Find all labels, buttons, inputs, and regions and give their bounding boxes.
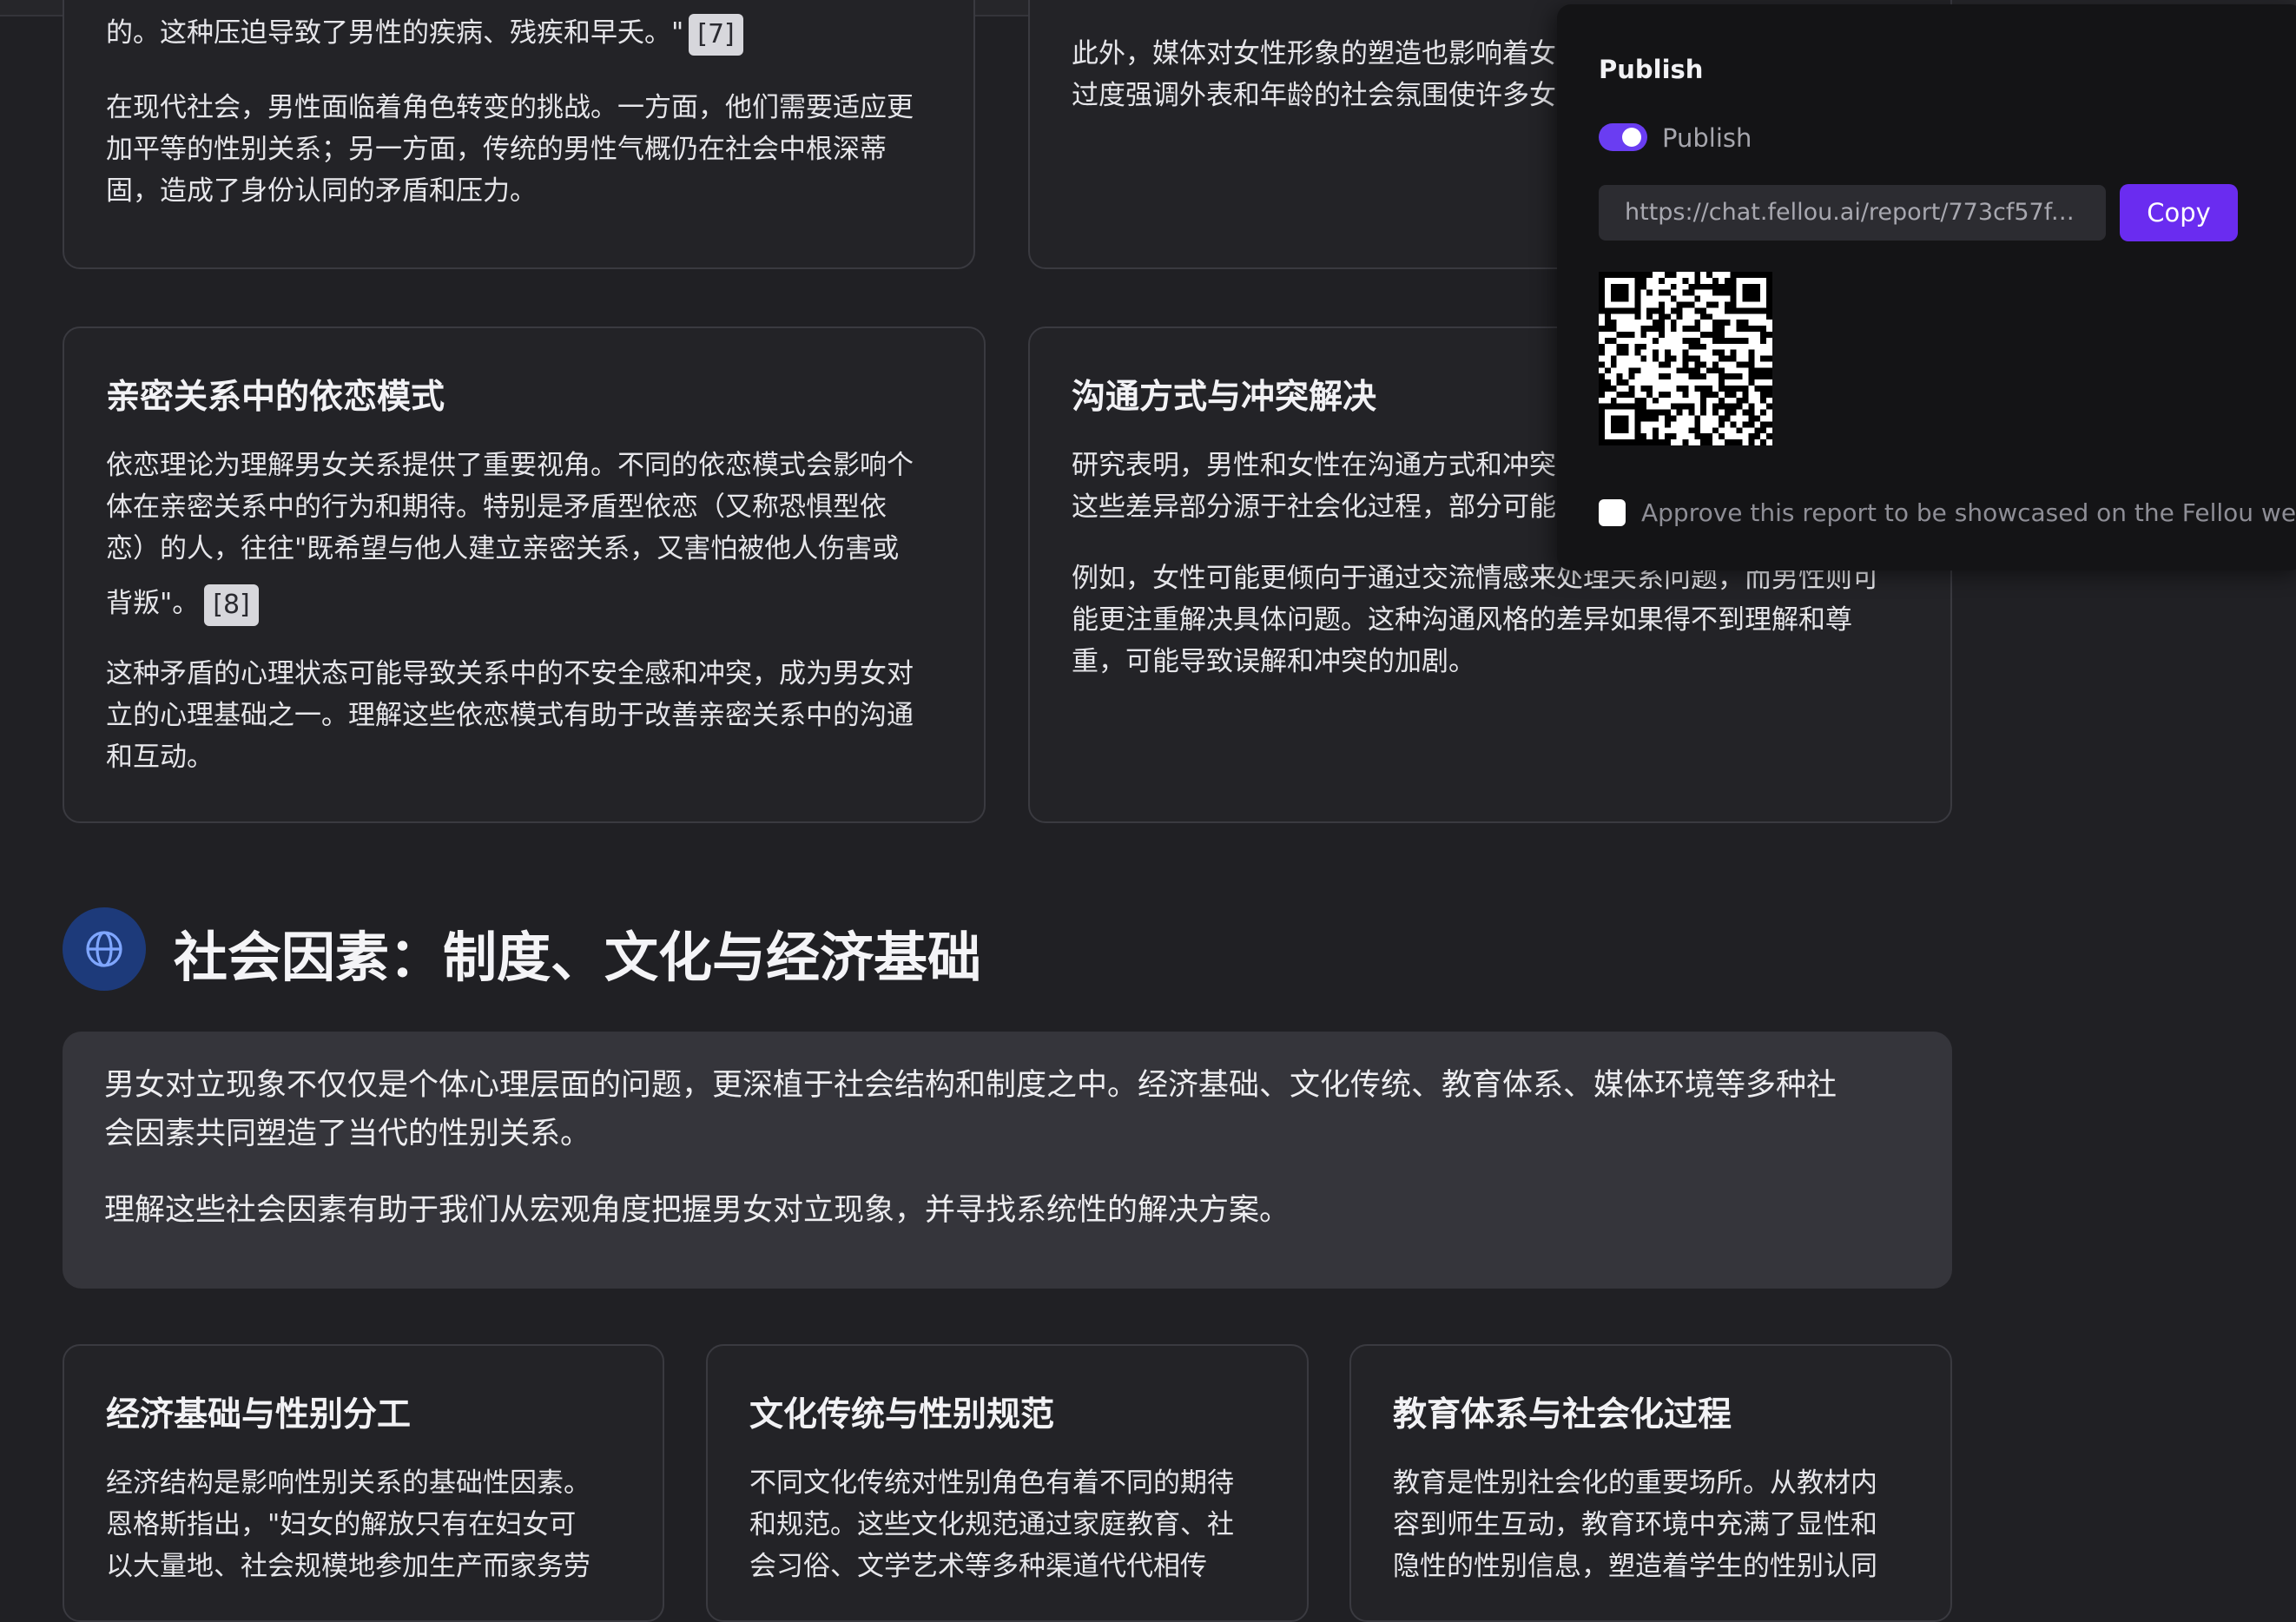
card-title: 沟通方式与冲突解决: [1072, 378, 1377, 417]
card-education-system: 教育体系与社会化过程 教育是性别社会化的重要场所。从教材内 容到师生互动，教育环…: [1349, 1344, 1952, 1622]
publish-popover: Publish Publish https://chat.fellou.ai/r…: [1557, 4, 2296, 570]
text-line: 这种矛盾的心理状态可能导致关系中的不安全感和冲突，成为男女对: [106, 658, 914, 689]
text-line: 隐性的性别信息，塑造着学生的性别认同: [1393, 1551, 1877, 1582]
text-line: 在现代社会，男性面临着角色转变的挑战。一方面，他们需要适应更: [106, 92, 914, 123]
text-line: 的。这种压迫导致了男性的疾病、残疾和早夭。": [106, 17, 684, 49]
text-line: 会习俗、文学艺术等多种渠道代代相传: [749, 1551, 1207, 1582]
text-line: 会因素共同塑造了当代的性别关系。: [104, 1117, 591, 1151]
card-text: 不同文化传统对性别角色有着不同的期待 和规范。这些文化规范通过家庭教育、社 会习…: [749, 1462, 1234, 1587]
card-title: 文化传统与性别规范: [749, 1395, 1055, 1434]
text-line: 恩格斯指出，"妇女的解放只有在妇女可: [106, 1509, 577, 1540]
card-text: 教育是性别社会化的重要场所。从教材内 容到师生互动，教育环境中充满了显性和 隐性…: [1393, 1462, 1877, 1587]
toggle-knob: [1622, 128, 1641, 147]
card-text: 的。这种压迫导致了男性的疾病、残疾和早夭。" [7]: [106, 12, 743, 56]
card-title: 亲密关系中的依恋模式: [106, 378, 445, 417]
text-line: 恋）的人，往往"既希望与他人建立亲密关系，又害怕被他人伤害或: [106, 533, 900, 564]
card-title: 经济基础与性别分工: [106, 1395, 412, 1434]
card-text: 背叛"。 [8]: [106, 578, 259, 629]
card-cultural-tradition: 文化传统与性别规范 不同文化传统对性别角色有着不同的期待 和规范。这些文化规范通…: [706, 1344, 1309, 1622]
text-line: 过度强调外表和年龄的社会氛围使许多女: [1072, 80, 1556, 111]
copy-button[interactable]: Copy: [2120, 184, 2238, 241]
text-line: 立的心理基础之一。理解这些依恋模式有助于改善亲密关系中的沟通: [106, 700, 914, 731]
card-text: 在现代社会，男性面临着角色转变的挑战。一方面，他们需要适应更 加平等的性别关系；…: [106, 87, 914, 212]
text-line: 能更注重解决具体问题。这种沟通风格的差异如果得不到理解和尊: [1072, 604, 1852, 636]
intro-paragraph: 男女对立现象不仅仅是个体心理层面的问题，更深植于社会结构和制度之中。经济基础、文…: [104, 1061, 1837, 1158]
text-line: 以大量地、社会规模地参加生产而家务劳: [106, 1551, 590, 1582]
text-line: 男女对立现象不仅仅是个体心理层面的问题，更深植于社会结构和制度之中。经济基础、文…: [104, 1068, 1837, 1103]
text-line: 容到师生互动，教育环境中充满了显性和: [1393, 1509, 1877, 1540]
popover-title: Publish: [1599, 55, 1704, 84]
publish-toggle-label: Publish: [1662, 123, 1752, 153]
text-line: 此外，媒体对女性形象的塑造也影响着女: [1072, 38, 1556, 69]
text-line: 这些差异部分源于社会化过程，部分可能: [1072, 491, 1556, 523]
text-line: 背叛"。: [106, 588, 200, 619]
card-attachment: 亲密关系中的依恋模式 依恋理论为理解男女关系提供了重要视角。不同的依恋模式会影响…: [63, 326, 986, 823]
showcase-checkbox[interactable]: [1599, 499, 1626, 526]
card-economic-basis: 经济基础与性别分工 经济结构是影响性别关系的基础性因素。 恩格斯指出，"妇女的解…: [63, 1344, 664, 1622]
citation-7[interactable]: [7]: [689, 13, 743, 56]
text-line: 固，造成了身份认同的矛盾和压力。: [106, 175, 537, 207]
section-title: 社会因素：制度、文化与经济基础: [174, 926, 982, 989]
text-line: 和规范。这些文化规范通过家庭教育、社: [749, 1509, 1234, 1540]
qr-code: [1599, 272, 1772, 445]
globe-icon: [63, 907, 146, 991]
section-intro: 男女对立现象不仅仅是个体心理层面的问题，更深植于社会结构和制度之中。经济基础、文…: [63, 1032, 1952, 1289]
share-url-field[interactable]: https://chat.fellou.ai/report/773cf57f-1…: [1599, 185, 2106, 241]
text-line: 体在亲密关系中的行为和期待。特别是矛盾型依恋（又称恐惧型依: [106, 491, 887, 523]
publish-toggle[interactable]: [1599, 123, 1647, 151]
citation-8[interactable]: [8]: [204, 584, 259, 626]
showcase-checkbox-label: Approve this report to be showcased on t…: [1641, 498, 2296, 527]
text-line: 不同文化传统对性别角色有着不同的期待: [749, 1467, 1234, 1499]
card-oppression: 的。这种压迫导致了男性的疾病、残疾和早夭。" [7] 在现代社会，男性面临着角色转…: [63, 0, 975, 269]
text-line: 重，可能导致误解和冲突的加剧。: [1072, 646, 1475, 677]
intro-paragraph: 理解这些社会因素有助于我们从宏观角度把握男女对立现象，并寻找系统性的解决方案。: [104, 1193, 1290, 1228]
text-line: 经济结构是影响性别关系的基础性因素。: [106, 1467, 590, 1499]
card-text: 例如，女性可能更倾向于通过交流情感来处理关系问题，而男性则可 能更注重解决具体问…: [1072, 557, 1879, 682]
text-line: 研究表明，男性和女性在沟通方式和冲突: [1072, 450, 1556, 481]
text-line: 依恋理论为理解男女关系提供了重要视角。不同的依恋模式会影响个: [106, 450, 914, 481]
text-line: 和互动。: [106, 742, 214, 773]
card-text: 这种矛盾的心理状态可能导致关系中的不安全感和冲突，成为男女对 立的心理基础之一。…: [106, 653, 914, 778]
card-text: 经济结构是影响性别关系的基础性因素。 恩格斯指出，"妇女的解放只有在妇女可 以大…: [106, 1462, 590, 1587]
text-line: 加平等的性别关系；另一方面，传统的男性气概仍在社会中根深蒂: [106, 134, 887, 165]
card-text: 此外，媒体对女性形象的塑造也影响着女 过度强调外表和年龄的社会氛围使许多女: [1072, 33, 1556, 116]
card-text: 依恋理论为理解男女关系提供了重要视角。不同的依恋模式会影响个 体在亲密关系中的行…: [106, 445, 914, 570]
card-title: 教育体系与社会化过程: [1393, 1395, 1732, 1434]
text-line: 教育是性别社会化的重要场所。从教材内: [1393, 1467, 1877, 1499]
card-text: 研究表明，男性和女性在沟通方式和冲突 这些差异部分源于社会化过程，部分可能: [1072, 445, 1556, 528]
